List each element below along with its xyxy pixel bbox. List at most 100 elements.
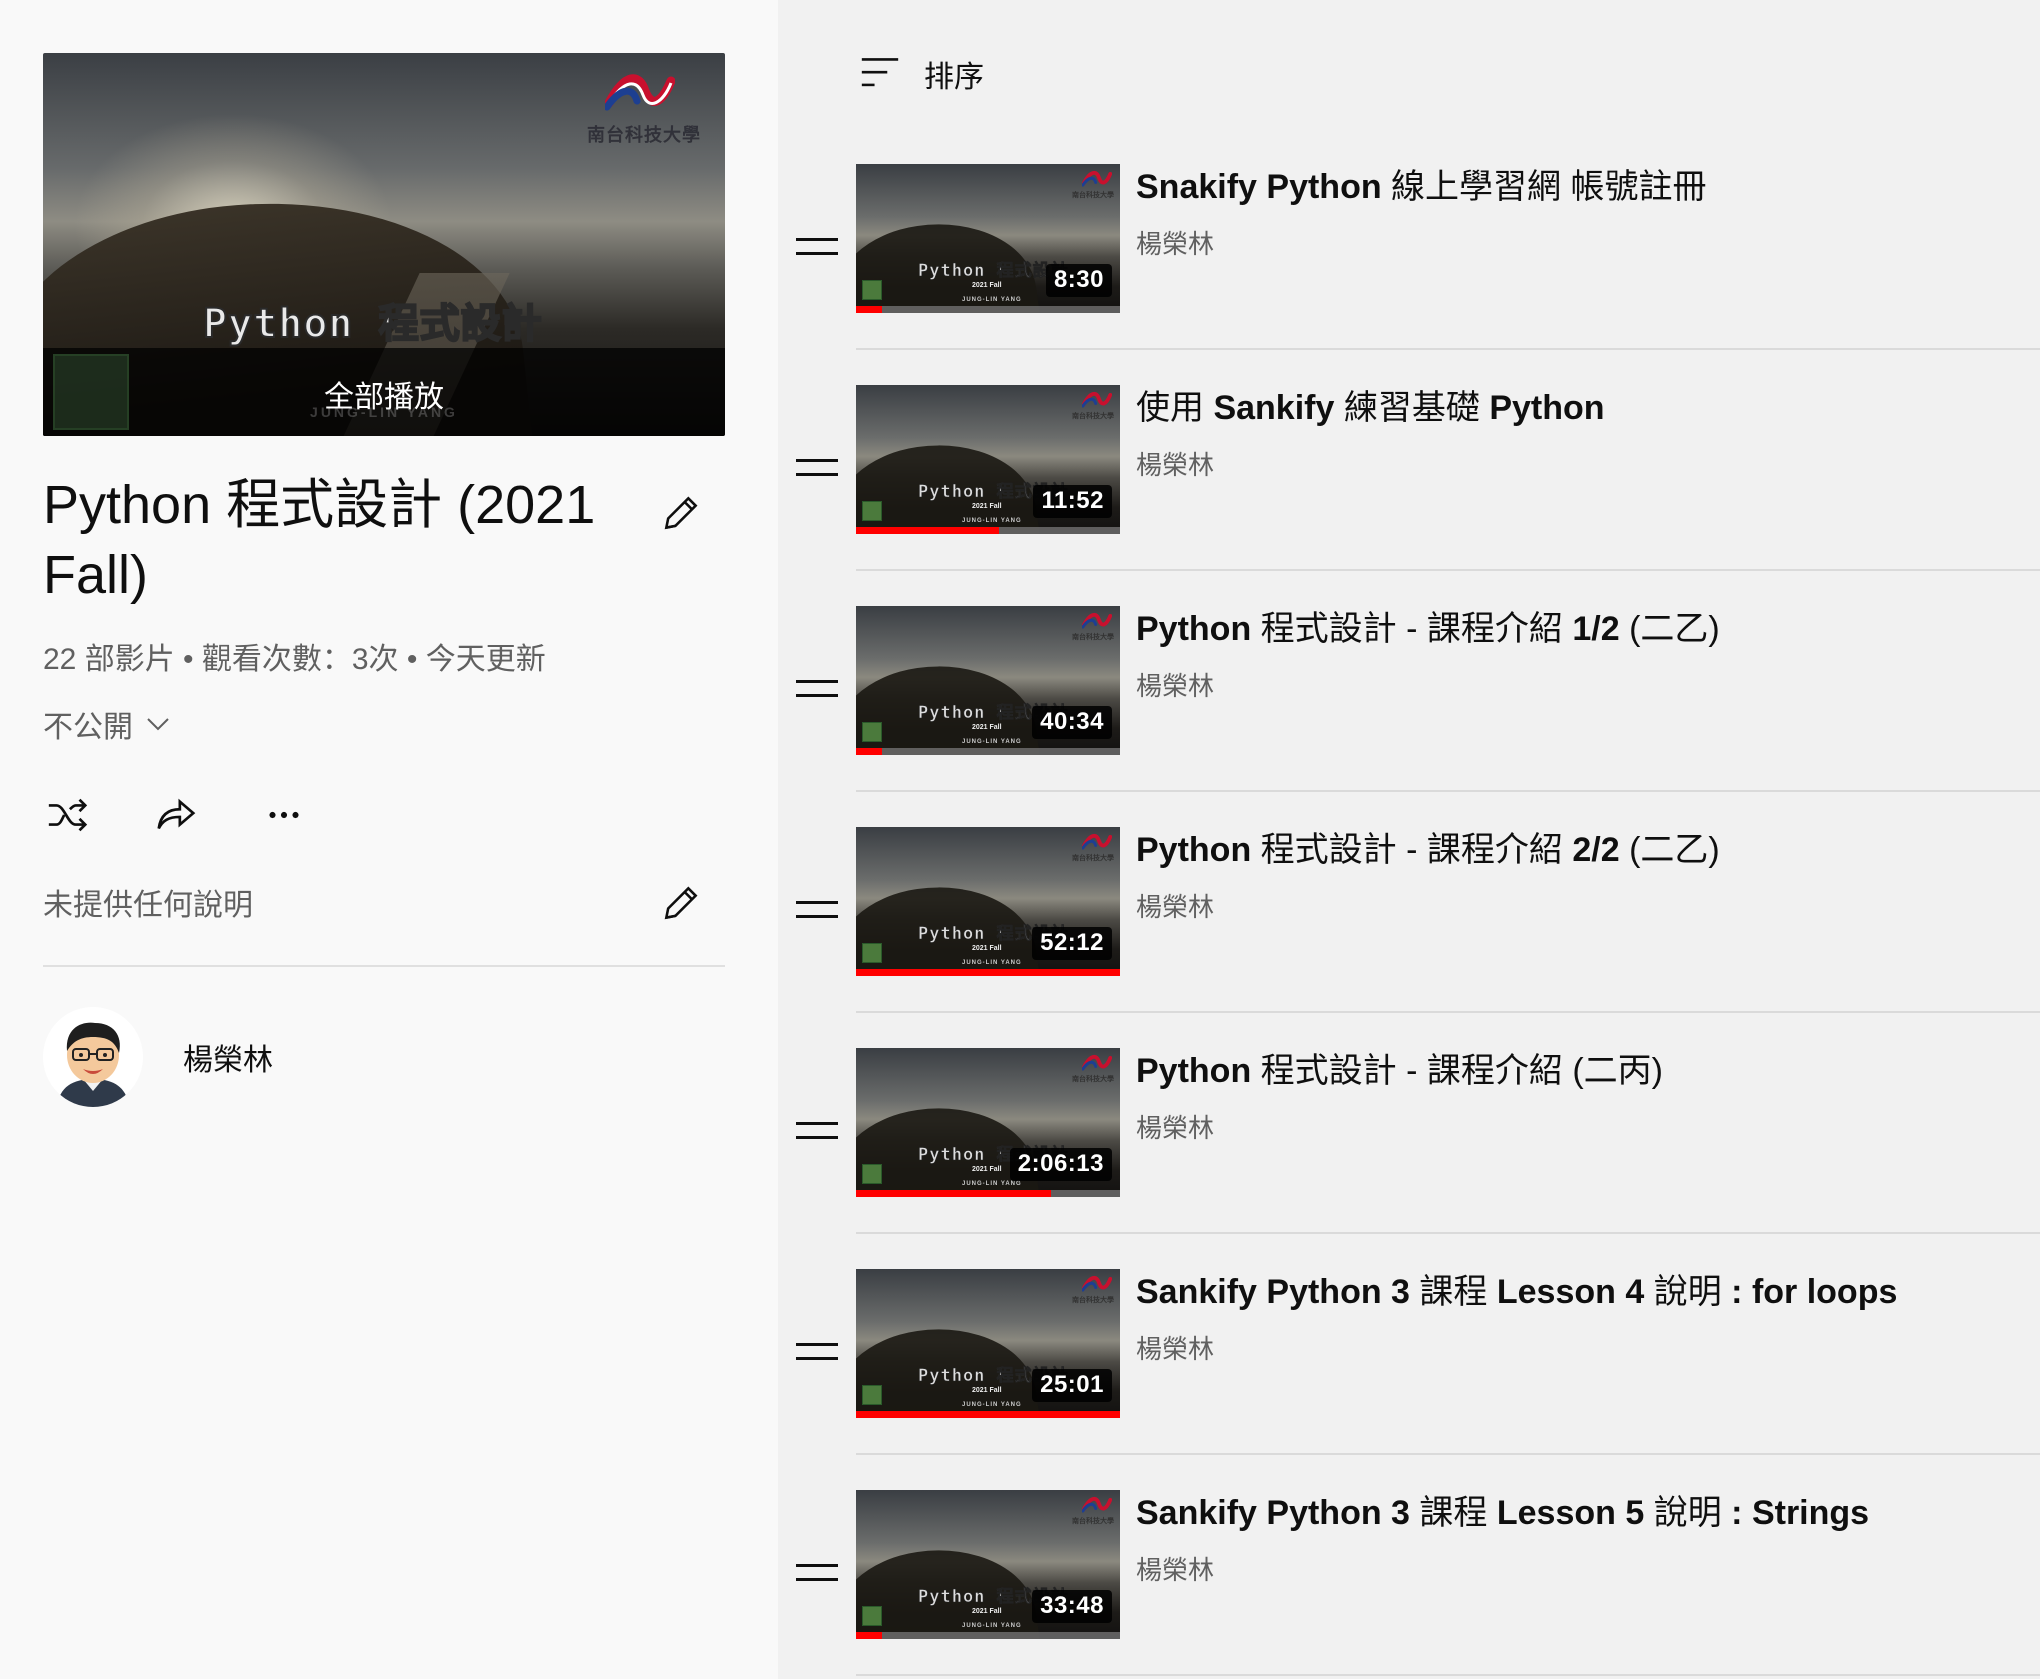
row-divider — [856, 569, 2040, 571]
video-info: Snakify Python 線上學習網 帳號註冊楊榮林 — [1136, 164, 2016, 261]
video-channel[interactable]: 楊榮林 — [1136, 1550, 2016, 1587]
watch-progress-fill — [856, 1411, 1120, 1418]
thumbnail-author: JUNG-LIN YANG — [962, 1402, 1022, 1408]
owner-avatar-icon — [43, 1007, 143, 1107]
university-logo-icon — [1082, 834, 1112, 850]
drag-handle-icon[interactable] — [796, 1343, 838, 1363]
thumbnail-logo-text: 南台科技大學 — [1072, 192, 1114, 199]
thumbnail-term: 2021 Fall — [972, 945, 1002, 952]
video-duration: 8:30 — [1045, 264, 1112, 297]
playlist-description: 未提供任何說明 — [43, 889, 253, 922]
thumbnail-avatar — [862, 501, 882, 521]
playlist-video-row[interactable]: 南台科技大學 Python 程式設計 2021 Fall JUNG-LIN YANG 2… — [778, 1048, 2040, 1269]
video-info: Sankify Python 3 課程 Lesson 4 說明 : for lo… — [1136, 1269, 2016, 1366]
owner-name[interactable]: 楊榮林 — [183, 1035, 273, 1079]
video-channel[interactable]: 楊榮林 — [1136, 887, 2016, 924]
video-thumbnail[interactable]: 南台科技大學 Python 程式設計 2021 Fall JUNG-LIN YANG 2… — [856, 1269, 1120, 1418]
playlist-video-row[interactable]: 南台科技大學 Python 程式設計 2021 Fall JUNG-LIN YANG 3… — [778, 1490, 2040, 1679]
thumbnail-term: 2021 Fall — [972, 1166, 1002, 1173]
more-horizontal-icon — [269, 811, 299, 819]
video-title[interactable]: Python 程式設計 - 課程介紹 2/2 (二乙) — [1136, 827, 2016, 873]
shuffle-icon — [48, 798, 88, 832]
watch-progress-fill — [856, 527, 999, 534]
video-channel[interactable]: 楊榮林 — [1136, 445, 2016, 482]
edit-description-button[interactable] — [656, 878, 706, 928]
watch-progress-fill — [856, 1190, 1052, 1197]
video-title[interactable]: 使用 Sankify 練習基礎 Python — [1136, 385, 2016, 431]
playlist-video-row[interactable]: 南台科技大學 Python 程式設計 2021 Fall JUNG-LIN YANG 4… — [778, 606, 2040, 827]
video-title[interactable]: Python 程式設計 - 課程介紹 (二丙) — [1136, 1048, 2016, 1094]
video-title[interactable]: Sankify Python 3 課程 Lesson 4 說明 : for lo… — [1136, 1269, 2016, 1315]
share-button[interactable] — [151, 790, 201, 840]
video-duration: 40:34 — [1032, 706, 1112, 739]
thumbnail-term: 2021 Fall — [972, 503, 1002, 510]
video-info: Python 程式設計 - 課程介紹 1/2 (二乙) 楊榮林 — [1136, 606, 2016, 703]
drag-handle-icon[interactable] — [796, 1122, 838, 1142]
drag-handle-icon[interactable] — [796, 680, 838, 700]
thumbnail-logo-text: 南台科技大學 — [1072, 1297, 1114, 1304]
playlist-video-row[interactable]: 南台科技大學 Python 程式設計 2021 Fall JUNG-LIN YANG 5… — [778, 827, 2040, 1048]
university-logo-icon — [1082, 171, 1112, 187]
edit-title-button[interactable] — [656, 488, 706, 538]
video-channel[interactable]: 楊榮林 — [1136, 666, 2016, 703]
pencil-icon — [664, 496, 698, 530]
video-duration: 25:01 — [1032, 1369, 1112, 1402]
share-icon — [157, 798, 196, 830]
video-thumbnail[interactable]: 南台科技大學 Python 程式設計 2021 Fall JUNG-LIN YANG 1… — [856, 385, 1120, 534]
playlist-hero-thumbnail[interactable]: 南台科技大學 Python 程式設計 JUNG-LIN YANG 全部播放 — [43, 53, 725, 436]
drag-handle-icon[interactable] — [796, 901, 838, 921]
thumbnail-author: JUNG-LIN YANG — [962, 1181, 1022, 1187]
watch-progress-bar — [856, 1632, 1120, 1639]
watch-progress-fill — [856, 748, 883, 755]
video-duration: 2:06:13 — [1009, 1148, 1112, 1181]
watch-progress-fill — [856, 969, 1120, 976]
video-title[interactable]: Sankify Python 3 課程 Lesson 5 說明 : String… — [1136, 1490, 2016, 1536]
university-logo-text: 南台科技大學 — [587, 125, 701, 146]
university-logo-icon — [1082, 392, 1112, 408]
thumbnail-author: JUNG-LIN YANG — [962, 960, 1022, 966]
video-thumbnail[interactable]: 南台科技大學 Python 程式設計 2021 Fall JUNG-LIN YANG 2… — [856, 1048, 1120, 1197]
video-channel[interactable]: 楊榮林 — [1136, 1108, 2016, 1145]
video-info: Python 程式設計 - 課程介紹 2/2 (二乙) 楊榮林 — [1136, 827, 2016, 924]
video-thumbnail[interactable]: 南台科技大學 Python 程式設計 2021 Fall JUNG-LIN YANG 3… — [856, 1490, 1120, 1639]
video-thumbnail[interactable]: 南台科技大學 Python 程式設計 2021 Fall JUNG-LIN YANG 4… — [856, 606, 1120, 755]
drag-handle-icon[interactable] — [796, 1564, 838, 1584]
drag-handle-icon[interactable] — [796, 459, 838, 479]
sort-button[interactable]: 排序 — [858, 52, 984, 96]
privacy-label: 不公開 — [43, 711, 133, 744]
playlist-owner[interactable]: 楊榮林 — [43, 1007, 273, 1107]
row-divider — [856, 1011, 2040, 1013]
avatar[interactable] — [43, 1007, 143, 1107]
playlist-video-row[interactable]: 南台科技大學 Python 程式設計 2021 Fall JUNG-LIN YANG 2… — [778, 1269, 2040, 1490]
play-all-button[interactable]: 全部播放 — [43, 372, 725, 416]
watch-progress-bar — [856, 1411, 1120, 1418]
video-title[interactable]: Snakify Python 線上學習網 帳號註冊 — [1136, 164, 2016, 210]
shuffle-button[interactable] — [43, 790, 93, 840]
row-divider — [856, 1232, 2040, 1234]
university-logo-icon — [1082, 613, 1112, 629]
thumbnail-avatar — [862, 1164, 882, 1184]
video-title[interactable]: Python 程式設計 - 課程介紹 1/2 (二乙) — [1136, 606, 2016, 652]
hero-thumbnail-title: Python 程式設計 — [202, 300, 543, 348]
video-info: Python 程式設計 - 課程介紹 (二丙) 楊榮林 — [1136, 1048, 2016, 1145]
thumbnail-avatar — [862, 1606, 882, 1626]
thumbnail-avatar — [862, 943, 882, 963]
video-channel[interactable]: 楊榮林 — [1136, 1329, 2016, 1366]
thumbnail-logo-text: 南台科技大學 — [1072, 634, 1114, 641]
video-duration: 33:48 — [1032, 1590, 1112, 1623]
video-channel[interactable]: 楊榮林 — [1136, 224, 2016, 261]
video-thumbnail[interactable]: 南台科技大學 Python 程式設計 2021 Fall JUNG-LIN YANG 8… — [856, 164, 1120, 313]
playlist-title: Python 程式設計 (2021 Fall) — [43, 475, 596, 605]
video-thumbnail[interactable]: 南台科技大學 Python 程式設計 2021 Fall JUNG-LIN YANG 5… — [856, 827, 1120, 976]
play-all-bar[interactable]: JUNG-LIN YANG 全部播放 — [43, 348, 725, 436]
privacy-dropdown[interactable]: 不公開 — [43, 702, 173, 746]
thumbnail-author: JUNG-LIN YANG — [962, 297, 1022, 303]
thumbnail-term: 2021 Fall — [972, 724, 1002, 731]
playlist-video-row[interactable]: 南台科技大學 Python 程式設計 2021 Fall JUNG-LIN YANG 8… — [778, 164, 2040, 385]
playlist-stats: 22 部影片 • 觀看次數：3次 • 今天更新 — [43, 643, 546, 676]
row-divider — [856, 1674, 2040, 1676]
thumbnail-logo-text: 南台科技大學 — [1072, 413, 1114, 420]
playlist-video-row[interactable]: 南台科技大學 Python 程式設計 2021 Fall JUNG-LIN YANG 1… — [778, 385, 2040, 606]
more-actions-button[interactable] — [259, 790, 309, 840]
drag-handle-icon[interactable] — [796, 238, 838, 258]
